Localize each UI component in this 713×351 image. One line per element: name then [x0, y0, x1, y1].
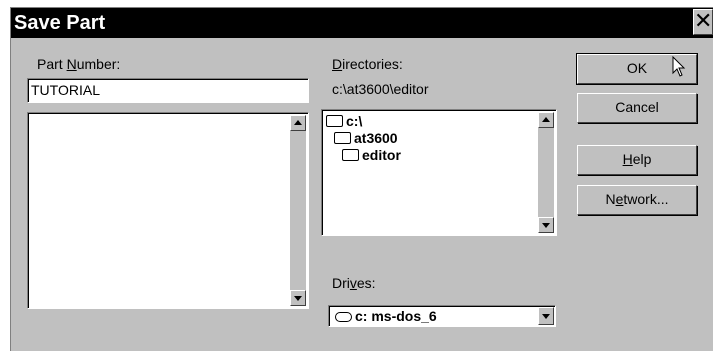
- open-folder-icon: [334, 132, 351, 144]
- help-button[interactable]: Help: [577, 145, 697, 175]
- drive-selected: c: ms-dos_6: [335, 308, 437, 324]
- part-list-scrollbar[interactable]: [290, 115, 306, 306]
- part-number-label: Part Number:: [37, 56, 121, 72]
- cancel-button[interactable]: Cancel: [577, 93, 697, 123]
- drives-dropdown[interactable]: c: ms-dos_6: [328, 305, 556, 327]
- chevron-down-icon: [542, 314, 550, 319]
- scroll-up-button[interactable]: [290, 115, 306, 131]
- open-folder-icon: [326, 115, 343, 127]
- dropdown-button[interactable]: [538, 307, 554, 325]
- title-bar: Save Part ✕: [11, 8, 713, 38]
- directory-list[interactable]: c:\ at3600 editor: [321, 109, 557, 236]
- scroll-down-button[interactable]: [538, 217, 554, 233]
- network-button[interactable]: Network...: [577, 185, 697, 215]
- arrow-up-icon: [542, 117, 550, 122]
- arrow-up-icon: [294, 120, 302, 125]
- arrow-down-icon: [294, 296, 302, 301]
- drive-icon: [335, 312, 352, 322]
- open-folder-icon: [342, 149, 359, 161]
- directories-label: Directories:: [332, 56, 403, 72]
- close-icon: ✕: [694, 8, 713, 33]
- part-number-input[interactable]: TUTORIAL: [27, 78, 309, 103]
- close-button[interactable]: ✕: [693, 9, 713, 35]
- save-part-dialog: Save Part ✕ Part Number: TUTORIAL Direct…: [10, 7, 713, 351]
- directory-list-scrollbar[interactable]: [538, 112, 554, 233]
- part-list[interactable]: [27, 112, 309, 309]
- directory-item[interactable]: editor: [342, 147, 401, 163]
- arrow-down-icon: [542, 223, 550, 228]
- mouse-cursor-icon: [672, 56, 686, 77]
- dialog-title: Save Part: [14, 12, 106, 34]
- directory-item[interactable]: at3600: [334, 130, 398, 146]
- scroll-down-button[interactable]: [290, 290, 306, 306]
- drives-label: Drives:: [332, 275, 376, 291]
- directory-item[interactable]: c:\: [326, 113, 362, 129]
- scroll-up-button[interactable]: [538, 112, 554, 128]
- current-path: c:\at3600\editor: [332, 81, 429, 97]
